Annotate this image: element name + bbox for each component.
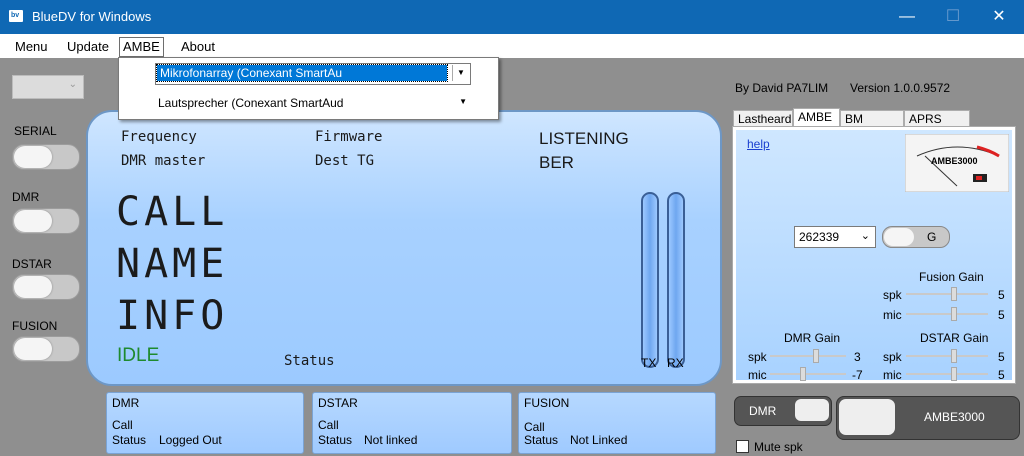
status-label: Status xyxy=(284,353,335,369)
dmr-status-label: Status xyxy=(112,433,147,447)
minimize-button[interactable]: — xyxy=(884,0,930,34)
dmr-spk-slider[interactable] xyxy=(770,349,846,363)
dstar-call-label: Call xyxy=(318,418,339,432)
menu-about[interactable]: About xyxy=(178,38,218,56)
chevron-down-icon: ⌄ xyxy=(68,79,77,90)
meter-label: AMBE3000 xyxy=(931,156,978,166)
mute-spk-checkbox[interactable] xyxy=(736,440,749,453)
name-display: NAME xyxy=(116,241,229,287)
tg-select-value: 262339 xyxy=(799,230,840,244)
dmr-mode-toggle[interactable]: DMR xyxy=(734,396,832,426)
tx-meter xyxy=(641,192,659,368)
dest-tg-label: Dest TG xyxy=(315,153,375,169)
dstar-panel-title: DSTAR xyxy=(318,396,358,410)
fusion-status-label: Status xyxy=(524,433,559,447)
tx-label: TX xyxy=(641,356,657,370)
dmr-toggle[interactable] xyxy=(12,208,80,234)
fusion-spk-value: 5 xyxy=(998,288,1005,302)
menu-ambe[interactable]: AMBE xyxy=(119,37,164,57)
maximize-button[interactable]: ☐ xyxy=(930,0,976,34)
dmr-master-label: DMR master xyxy=(121,153,206,169)
speaker-select-value: Lautsprecher (Conexant SmartAud xyxy=(158,96,344,110)
dmr-status-value: Logged Out xyxy=(159,433,222,447)
fusion-spk-label: spk xyxy=(883,288,902,302)
dstar-status-label: Status xyxy=(318,433,353,447)
frequency-label: Frequency xyxy=(121,129,197,145)
tg-select[interactable]: 262339 ⌄ xyxy=(794,226,876,248)
dstar-mic-label: mic xyxy=(883,368,902,382)
port-select[interactable]: ⌄ xyxy=(12,75,84,99)
title-bar: bv BlueDV for Windows — ☐ ✕ xyxy=(0,0,1024,34)
dstar-gain-label: DSTAR Gain xyxy=(920,331,989,345)
version-label: Version 1.0.0.9572 xyxy=(850,81,951,95)
dmr-mode-label: DMR xyxy=(749,404,777,418)
fusion-mic-label: mic xyxy=(883,308,902,322)
speaker-select[interactable]: Lautsprecher (Conexant SmartAud ▼ xyxy=(158,95,470,113)
rx-meter xyxy=(667,192,685,368)
chevron-down-icon: ▼ xyxy=(459,97,467,106)
info-display: INFO xyxy=(116,293,229,339)
chevron-down-icon: ⌄ xyxy=(860,230,870,242)
help-link[interactable]: help xyxy=(747,137,770,151)
fusion-spk-slider[interactable] xyxy=(906,287,988,301)
dstar-mic-slider[interactable] xyxy=(906,367,988,381)
menu-menu[interactable]: Menu xyxy=(12,38,51,56)
dstar-spk-slider[interactable] xyxy=(906,349,988,363)
dstar-spk-label: spk xyxy=(883,350,902,364)
ber-label: BER xyxy=(539,153,574,172)
dstar-toggle[interactable] xyxy=(12,274,80,300)
dmr-gain-label: DMR Gain xyxy=(784,331,841,345)
listening-label: LISTENING xyxy=(539,129,629,148)
mute-spk-label: Mute spk xyxy=(754,440,803,454)
dmr-label: DMR xyxy=(12,190,40,204)
dstar-label: DSTAR xyxy=(12,257,52,271)
dmr-mic-value: -7 xyxy=(852,368,863,382)
dmr-spk-label: spk xyxy=(748,350,767,364)
fusion-panel-title: FUSION xyxy=(524,396,570,410)
fusion-panel: FUSION Call Status Not Linked xyxy=(518,392,716,454)
fusion-mic-value: 5 xyxy=(998,308,1005,322)
dstar-panel: DSTAR Call Status Not linked xyxy=(312,392,512,454)
call-display: CALL xyxy=(116,189,229,235)
window-title: BlueDV for Windows xyxy=(32,9,152,24)
dmr-mic-slider[interactable] xyxy=(770,367,846,381)
dmr-panel: DMR Call Status Logged Out xyxy=(106,392,304,454)
tab-lastheard[interactable]: Lastheard xyxy=(733,110,793,127)
dmr-spk-value: 3 xyxy=(854,350,861,364)
tab-bm-lookup[interactable]: BM lookup xyxy=(840,110,904,143)
close-button[interactable]: ✕ xyxy=(976,0,1022,34)
dmr-mic-label: mic xyxy=(748,368,767,382)
app-icon: bv xyxy=(9,10,23,22)
tab-ambe[interactable]: AMBE xyxy=(793,108,840,127)
g-toggle[interactable]: G xyxy=(882,226,950,248)
dstar-status-value: Not linked xyxy=(364,433,418,447)
dmr-panel-title: DMR xyxy=(112,396,140,410)
ambe-dropdown-menu: Mikrofonarray (Conexant SmartAu ▼ Lautsp… xyxy=(118,57,499,120)
fusion-label: FUSION xyxy=(12,319,58,333)
dstar-mic-value: 5 xyxy=(998,368,1005,382)
ambe3000-label: AMBE3000 xyxy=(924,410,985,424)
fusion-status-value: Not Linked xyxy=(570,433,628,447)
author-label: By David PA7LIM xyxy=(735,81,829,95)
dmr-call-label: Call xyxy=(112,418,133,432)
fusion-mic-slider[interactable] xyxy=(906,307,988,321)
dstar-spk-value: 5 xyxy=(998,350,1005,364)
chevron-down-icon[interactable]: ▼ xyxy=(452,65,469,81)
firmware-label: Firmware xyxy=(315,129,383,145)
serial-label: SERIAL xyxy=(14,124,57,138)
microphone-select[interactable]: Mikrofonarray (Conexant SmartAu ▼ xyxy=(155,63,471,85)
g-label: G xyxy=(927,230,937,244)
menu-update[interactable]: Update xyxy=(64,38,112,56)
fusion-call-label: Call xyxy=(524,420,545,434)
idle-status: IDLE xyxy=(117,345,160,366)
tab-aprs-chat[interactable]: APRS chat xyxy=(904,110,970,143)
microphone-select-value: Mikrofonarray (Conexant SmartAu xyxy=(156,64,448,82)
fusion-gain-label: Fusion Gain xyxy=(919,270,984,284)
rx-label: RX xyxy=(667,356,684,370)
ambe3000-toggle[interactable]: AMBE3000 xyxy=(836,396,1020,440)
serial-toggle[interactable] xyxy=(12,144,80,170)
fusion-toggle[interactable] xyxy=(12,336,80,362)
